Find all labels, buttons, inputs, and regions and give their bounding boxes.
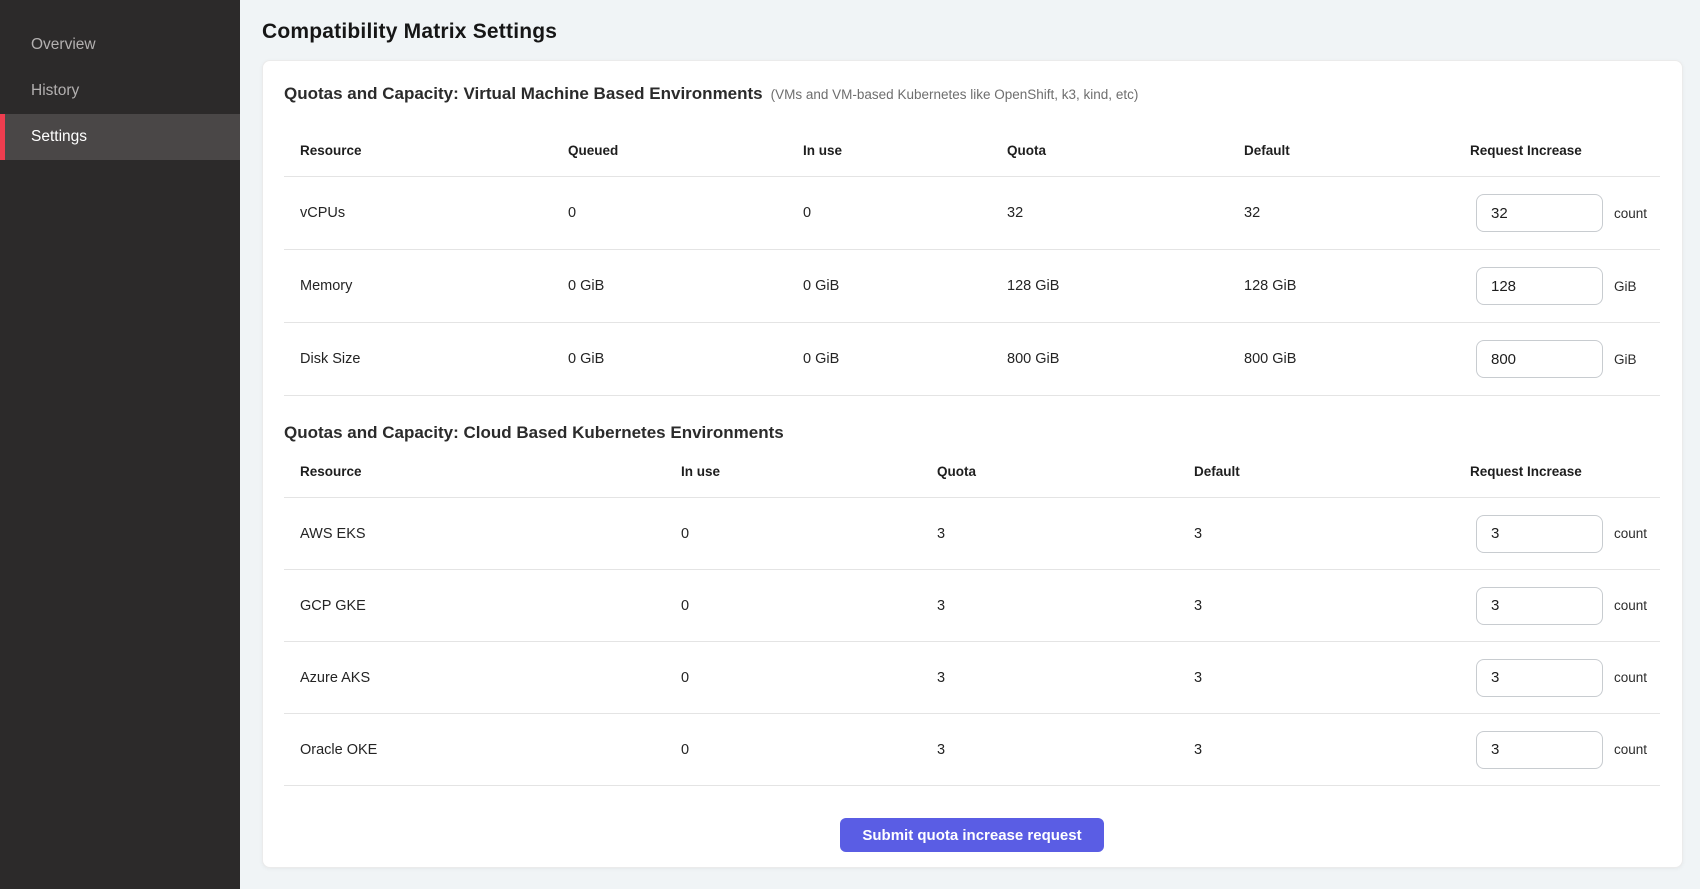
cell-request-increase: count <box>1470 515 1660 553</box>
table-row-gcp-gke: GCP GKE 0 3 3 count <box>284 570 1660 642</box>
memory-request-input[interactable] <box>1476 267 1603 305</box>
disk-size-request-input[interactable] <box>1476 340 1603 378</box>
table-row-oracle-oke: Oracle OKE 0 3 3 count <box>284 714 1660 786</box>
cell-quota: 128 GiB <box>1007 278 1244 294</box>
column-header-in-use: In use <box>681 464 937 479</box>
cell-queued: 0 GiB <box>568 351 803 367</box>
cell-default: 3 <box>1194 742 1470 758</box>
cell-quota: 3 <box>937 742 1194 758</box>
unit-label: count <box>1614 670 1647 685</box>
column-header-resource: Resource <box>284 464 681 479</box>
cell-request-increase: count <box>1470 659 1660 697</box>
unit-label: GiB <box>1614 352 1637 367</box>
vm-section-heading: Quotas and Capacity: Virtual Machine Bas… <box>284 81 1660 108</box>
cloud-quota-table: Resource In use Quota Default Request In… <box>284 446 1660 786</box>
submit-quota-increase-button[interactable]: Submit quota increase request <box>840 818 1103 852</box>
cell-request-increase: GiB <box>1470 267 1660 305</box>
active-indicator <box>0 114 5 160</box>
cell-resource: GCP GKE <box>284 598 681 614</box>
column-header-default: Default <box>1194 464 1470 479</box>
cell-quota: 32 <box>1007 205 1244 221</box>
unit-label: count <box>1614 206 1647 221</box>
cell-in-use: 0 <box>681 598 937 614</box>
column-header-quota: Quota <box>937 464 1194 479</box>
cell-resource: Disk Size <box>284 351 568 367</box>
cell-in-use: 0 <box>681 526 937 542</box>
column-header-queued: Queued <box>568 143 803 158</box>
cell-quota: 3 <box>937 670 1194 686</box>
cell-request-increase: count <box>1470 194 1660 232</box>
sidebar-item-settings[interactable]: Settings <box>0 114 240 160</box>
unit-label: count <box>1614 526 1647 541</box>
cell-in-use: 0 <box>681 670 937 686</box>
page-title: Compatibility Matrix Settings <box>262 20 1683 44</box>
unit-label: count <box>1614 598 1647 613</box>
column-header-resource: Resource <box>284 143 568 158</box>
unit-label: GiB <box>1614 279 1637 294</box>
cell-in-use: 0 <box>803 205 1007 221</box>
cell-request-increase: count <box>1470 731 1660 769</box>
cell-quota: 3 <box>937 526 1194 542</box>
oracle-oke-request-input[interactable] <box>1476 731 1603 769</box>
cell-in-use: 0 GiB <box>803 278 1007 294</box>
cell-default: 3 <box>1194 598 1470 614</box>
cell-default: 3 <box>1194 526 1470 542</box>
sidebar-item-overview[interactable]: Overview <box>0 22 240 68</box>
cell-queued: 0 <box>568 205 803 221</box>
cell-quota: 800 GiB <box>1007 351 1244 367</box>
sidebar: Overview History Settings <box>0 0 240 889</box>
cell-in-use: 0 <box>681 742 937 758</box>
vcpus-request-input[interactable] <box>1476 194 1603 232</box>
cell-request-increase: count <box>1470 587 1660 625</box>
cell-resource: vCPUs <box>284 205 568 221</box>
aws-eks-request-input[interactable] <box>1476 515 1603 553</box>
gcp-gke-request-input[interactable] <box>1476 587 1603 625</box>
sidebar-item-label: Settings <box>31 128 87 146</box>
sidebar-item-history[interactable]: History <box>0 68 240 114</box>
cloud-table-header: Resource In use Quota Default Request In… <box>284 446 1660 498</box>
cell-queued: 0 GiB <box>568 278 803 294</box>
cell-request-increase: GiB <box>1470 340 1660 378</box>
column-header-in-use: In use <box>803 143 1007 158</box>
table-row-vcpus: vCPUs 0 0 32 32 count <box>284 177 1660 250</box>
cell-resource: Memory <box>284 278 568 294</box>
cell-default: 128 GiB <box>1244 278 1470 294</box>
azure-aks-request-input[interactable] <box>1476 659 1603 697</box>
column-header-default: Default <box>1244 143 1470 158</box>
column-header-request-increase: Request Increase <box>1470 143 1660 158</box>
cloud-section-title: Quotas and Capacity: Cloud Based Kuberne… <box>284 420 784 446</box>
vm-table-header: Resource Queued In use Quota Default Req… <box>284 124 1660 177</box>
cloud-section-heading: Quotas and Capacity: Cloud Based Kuberne… <box>284 420 1660 446</box>
cell-default: 800 GiB <box>1244 351 1470 367</box>
table-row-aws-eks: AWS EKS 0 3 3 count <box>284 498 1660 570</box>
cell-resource: AWS EKS <box>284 526 681 542</box>
column-header-quota: Quota <box>1007 143 1244 158</box>
cell-quota: 3 <box>937 598 1194 614</box>
table-row-disk-size: Disk Size 0 GiB 0 GiB 800 GiB 800 GiB Gi… <box>284 323 1660 396</box>
sidebar-item-label: History <box>31 82 79 100</box>
unit-label: count <box>1614 742 1647 757</box>
vm-section-title: Quotas and Capacity: Virtual Machine Bas… <box>284 81 763 107</box>
column-header-request-increase: Request Increase <box>1470 464 1660 479</box>
main-content: Compatibility Matrix Settings Quotas and… <box>240 0 1700 889</box>
table-row-azure-aks: Azure AKS 0 3 3 count <box>284 642 1660 714</box>
cell-resource: Oracle OKE <box>284 742 681 758</box>
vm-quota-table: Resource Queued In use Quota Default Req… <box>284 124 1660 396</box>
sidebar-item-label: Overview <box>31 36 96 54</box>
cell-resource: Azure AKS <box>284 670 681 686</box>
cell-default: 3 <box>1194 670 1470 686</box>
table-row-memory: Memory 0 GiB 0 GiB 128 GiB 128 GiB GiB <box>284 250 1660 323</box>
cell-default: 32 <box>1244 205 1470 221</box>
cell-in-use: 0 GiB <box>803 351 1007 367</box>
submit-row: Submit quota increase request <box>284 786 1660 852</box>
vm-section-subtitle: (VMs and VM-based Kubernetes like OpenSh… <box>771 82 1139 108</box>
quota-settings-card: Quotas and Capacity: Virtual Machine Bas… <box>262 60 1683 868</box>
